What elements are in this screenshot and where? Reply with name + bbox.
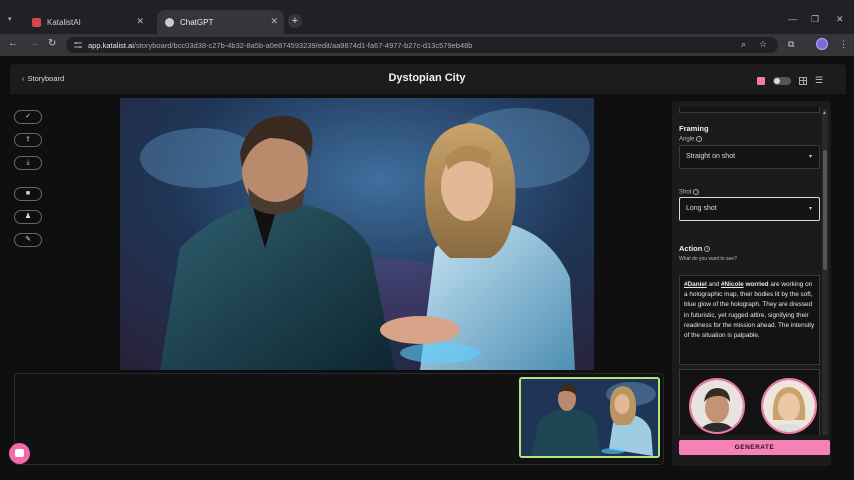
info-icon[interactable]: i bbox=[696, 136, 703, 142]
mention-nicole[interactable]: #Nicole bbox=[721, 281, 744, 288]
angle-value: Straight on shot bbox=[686, 153, 736, 160]
grid-view-icon[interactable] bbox=[799, 76, 807, 85]
url-path: /storyboard/bcc03d38-c27b-4b32-8a5b-a0e8… bbox=[133, 40, 473, 50]
download-icon: ⤓ bbox=[26, 159, 30, 166]
url-host: app.katalist.ai bbox=[88, 40, 134, 50]
shot-select[interactable]: Long shot ▾ bbox=[679, 197, 820, 221]
brush-tool-button[interactable]: ✎ bbox=[14, 233, 42, 247]
info-icon[interactable]: i bbox=[704, 246, 711, 253]
daniel-portrait bbox=[691, 380, 743, 432]
action-heading-text: Action bbox=[679, 244, 703, 253]
close-tab-icon[interactable]: ✕ bbox=[270, 16, 278, 27]
check-icon: ✓ bbox=[25, 113, 31, 120]
back-arrow-icon[interactable]: ← bbox=[8, 38, 18, 49]
action-body: are working on a holographic map, their … bbox=[684, 281, 815, 340]
action-hint: What do you want to see? bbox=[679, 256, 737, 262]
katalist-favicon-icon bbox=[32, 17, 41, 27]
chat-support-button[interactable] bbox=[9, 443, 30, 464]
new-tab-button[interactable]: + bbox=[288, 14, 302, 28]
angle-label: Angle i bbox=[679, 136, 703, 143]
shot-value: Long shot bbox=[686, 205, 717, 212]
chevron-down-icon: ▾ bbox=[808, 154, 812, 160]
crop-tool-button[interactable]: ■ bbox=[14, 187, 42, 201]
url-input[interactable]: app.katalist.ai/storyboard/bcc03d38-c27b… bbox=[66, 37, 778, 53]
panel-menu-icon[interactable]: ☰ bbox=[815, 75, 823, 86]
shot-label: Shot i bbox=[679, 189, 700, 196]
header-toolbar: ☰ bbox=[757, 75, 823, 86]
thumbnail-illustration bbox=[521, 379, 658, 456]
extensions-icon[interactable]: ⧉ bbox=[788, 39, 794, 50]
square-icon: ■ bbox=[25, 190, 31, 197]
zoom-search-icon[interactable]: ⌕ bbox=[741, 39, 746, 50]
tab-chatgpt[interactable]: ChatGPT ✕ bbox=[157, 10, 284, 34]
brush-icon: ✎ bbox=[25, 236, 31, 243]
avatar-daniel[interactable] bbox=[689, 378, 745, 434]
avatar-nicole[interactable] bbox=[761, 378, 817, 434]
forward-arrow-icon[interactable]: → bbox=[29, 38, 39, 49]
close-tab-icon[interactable]: ✕ bbox=[136, 16, 144, 27]
angle-label-text: Angle bbox=[679, 136, 695, 143]
tab-label: KatalistAI bbox=[47, 17, 81, 27]
upload-tool-button[interactable]: ⇪ bbox=[14, 133, 42, 147]
image-view-icon[interactable] bbox=[757, 76, 765, 85]
mention-daniel[interactable]: #Daniel bbox=[684, 281, 707, 288]
download-tool-button[interactable]: ⤓ bbox=[14, 156, 42, 170]
scene-illustration bbox=[120, 98, 594, 370]
action-textarea[interactable]: #Daniel and #Nicole worried are working … bbox=[679, 275, 820, 365]
browser-tab-bar: ▾ KatalistAI ✕ ChatGPT ✕ + — ❐ ✕ bbox=[0, 0, 854, 34]
panel-scrollbar-thumb[interactable] bbox=[823, 150, 827, 270]
framing-heading: Framing bbox=[679, 124, 709, 133]
shot-label-text: Shot bbox=[679, 189, 692, 196]
action-heading: Action i bbox=[679, 244, 711, 253]
angle-select[interactable]: Straight on shot ▾ bbox=[679, 145, 820, 169]
bookmark-star-icon[interactable]: ☆ bbox=[759, 39, 767, 50]
nicole-portrait bbox=[763, 380, 815, 432]
chevron-down-icon: ▾ bbox=[808, 206, 812, 212]
tab-label: ChatGPT bbox=[180, 17, 214, 27]
action-and: and bbox=[706, 281, 721, 288]
reload-icon[interactable]: ↻ bbox=[48, 38, 56, 49]
select-tool-button[interactable]: ✓ bbox=[14, 110, 42, 124]
upload-icon: ⇪ bbox=[25, 136, 31, 143]
person-icon: ♟ bbox=[24, 213, 32, 220]
generate-button[interactable]: GENERATE bbox=[679, 440, 830, 455]
profile-avatar[interactable] bbox=[816, 38, 828, 50]
scroll-up-icon[interactable]: ▲ bbox=[822, 110, 827, 116]
frame-thumbnail[interactable] bbox=[519, 377, 660, 458]
browser-menu-icon[interactable]: ⋮ bbox=[839, 39, 848, 50]
site-settings-icon[interactable] bbox=[74, 42, 82, 48]
close-window-icon[interactable]: ✕ bbox=[836, 14, 844, 25]
minimize-icon[interactable]: — bbox=[788, 14, 797, 24]
page-title: Dystopian City bbox=[388, 72, 466, 84]
action-emphasis: worried bbox=[743, 281, 769, 288]
storyboard-frame-image[interactable] bbox=[120, 98, 594, 370]
chatgpt-favicon-icon bbox=[165, 17, 174, 27]
tab-katalist[interactable]: KatalistAI ✕ bbox=[24, 10, 150, 34]
restore-icon[interactable]: ❐ bbox=[811, 14, 819, 25]
view-toggle[interactable] bbox=[773, 76, 791, 85]
pose-tool-button[interactable]: ♟ bbox=[14, 210, 42, 224]
tab-search-chevron-icon[interactable]: ▾ bbox=[8, 15, 12, 23]
info-icon[interactable]: i bbox=[693, 189, 700, 195]
previous-field-edge bbox=[679, 107, 820, 113]
